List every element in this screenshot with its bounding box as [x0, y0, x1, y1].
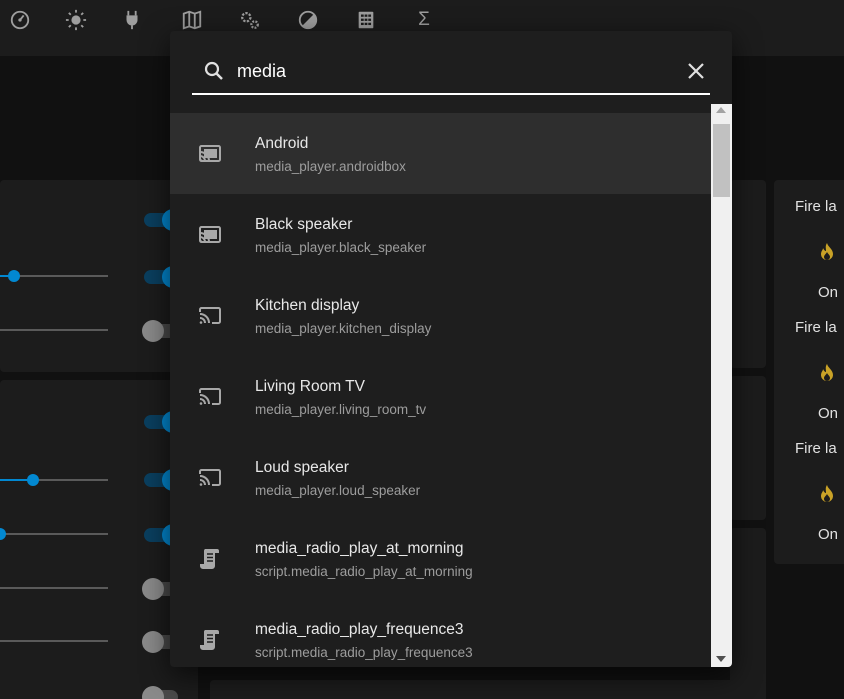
fire-icon: [821, 485, 833, 502]
slider-track[interactable]: [0, 533, 108, 535]
close-icon: [688, 63, 704, 79]
result-title: Android: [255, 135, 309, 152]
scrollbar-thumb[interactable]: [713, 124, 730, 197]
sun-icon[interactable]: [64, 8, 88, 32]
entity-name: Fire la: [795, 198, 837, 215]
slider-track[interactable]: [14, 275, 108, 277]
result-entity-id: media_player.living_room_tv: [255, 402, 427, 417]
slider-track[interactable]: [0, 587, 108, 589]
card-edge: [730, 528, 766, 688]
toggle-switch[interactable]: [142, 686, 178, 699]
controls-card-1: [0, 180, 198, 372]
home-assistant-dashboard: Σ Fire la On Fire la On Fire la On media…: [0, 0, 844, 699]
plug-icon[interactable]: [120, 8, 144, 32]
slider-handle[interactable]: [27, 474, 39, 486]
entity-name: Fire la: [795, 319, 837, 336]
scroll-down-arrow[interactable]: [716, 656, 726, 662]
entity-search-dialog: Android media_player.androidbox Black spea…: [170, 31, 732, 667]
result-item[interactable]: Android media_player.androidbox: [170, 113, 712, 194]
result-item[interactable]: Kitchen display media_player.kitchen_disp…: [170, 275, 712, 356]
entity-state: On: [818, 405, 839, 422]
card-edge: [730, 376, 766, 520]
card-edge: [210, 680, 766, 699]
controls-card-2: [0, 380, 198, 699]
entity-state: On: [818, 284, 839, 301]
result-title: media_radio_play_at_morning: [255, 540, 464, 557]
slider-handle[interactable]: [8, 270, 20, 282]
script-icon: [197, 627, 223, 653]
slider-track[interactable]: [33, 479, 108, 481]
card-edge: [730, 180, 766, 368]
clear-search-button[interactable]: [682, 57, 710, 85]
entity-state: On: [818, 526, 839, 543]
fire-icon: [821, 364, 833, 381]
result-title: Loud speaker: [255, 459, 349, 476]
search-input[interactable]: [237, 57, 657, 85]
entity-name: Fire la: [795, 440, 837, 457]
result-item[interactable]: Black speaker media_player.black_speaker: [170, 194, 712, 275]
sigma-icon[interactable]: Σ: [412, 8, 436, 32]
slider-track[interactable]: [0, 329, 108, 331]
result-entity-id: media_player.kitchen_display: [255, 321, 432, 336]
script-icon: [197, 546, 223, 572]
cast-icon: [197, 384, 223, 410]
result-entity-id: media_player.loud_speaker: [255, 483, 421, 498]
result-title: Living Room TV: [255, 378, 365, 395]
search-results-list: Android media_player.androidbox Black spea…: [170, 113, 712, 667]
result-entity-id: media_player.black_speaker: [255, 240, 427, 255]
cast-connected-icon: [197, 222, 223, 248]
result-entity-id: script.media_radio_play_at_morning: [255, 564, 473, 579]
scroll-up-arrow[interactable]: [716, 107, 726, 113]
cast-icon: [197, 465, 223, 491]
result-entity-id: media_player.androidbox: [255, 159, 406, 174]
cogs-icon[interactable]: [238, 8, 262, 32]
result-entity-id: script.media_radio_play_frequence3: [255, 645, 473, 660]
result-item[interactable]: media_radio_play_at_morning script.media_…: [170, 518, 712, 599]
search-icon: [204, 61, 223, 80]
search-field: [192, 53, 710, 95]
gauge-icon[interactable]: [8, 8, 32, 32]
map-icon[interactable]: [180, 8, 204, 32]
result-title: Black speaker: [255, 216, 353, 233]
result-item[interactable]: Living Room TV media_player.living_room_t…: [170, 356, 712, 437]
slider-track[interactable]: [0, 640, 108, 642]
cast-connected-icon: [197, 141, 223, 167]
calculator-icon[interactable]: [354, 8, 378, 32]
result-item[interactable]: Loud speaker media_player.loud_speaker: [170, 437, 712, 518]
result-item[interactable]: media_radio_play_frequence3 script.media_…: [170, 599, 712, 667]
fire-icon: [821, 243, 833, 260]
cast-icon: [197, 303, 223, 329]
theme-icon[interactable]: [296, 8, 320, 32]
result-title: media_radio_play_frequence3: [255, 621, 464, 638]
results-scrollbar[interactable]: [711, 104, 732, 667]
slider-handle[interactable]: [0, 528, 6, 540]
result-title: Kitchen display: [255, 297, 360, 314]
